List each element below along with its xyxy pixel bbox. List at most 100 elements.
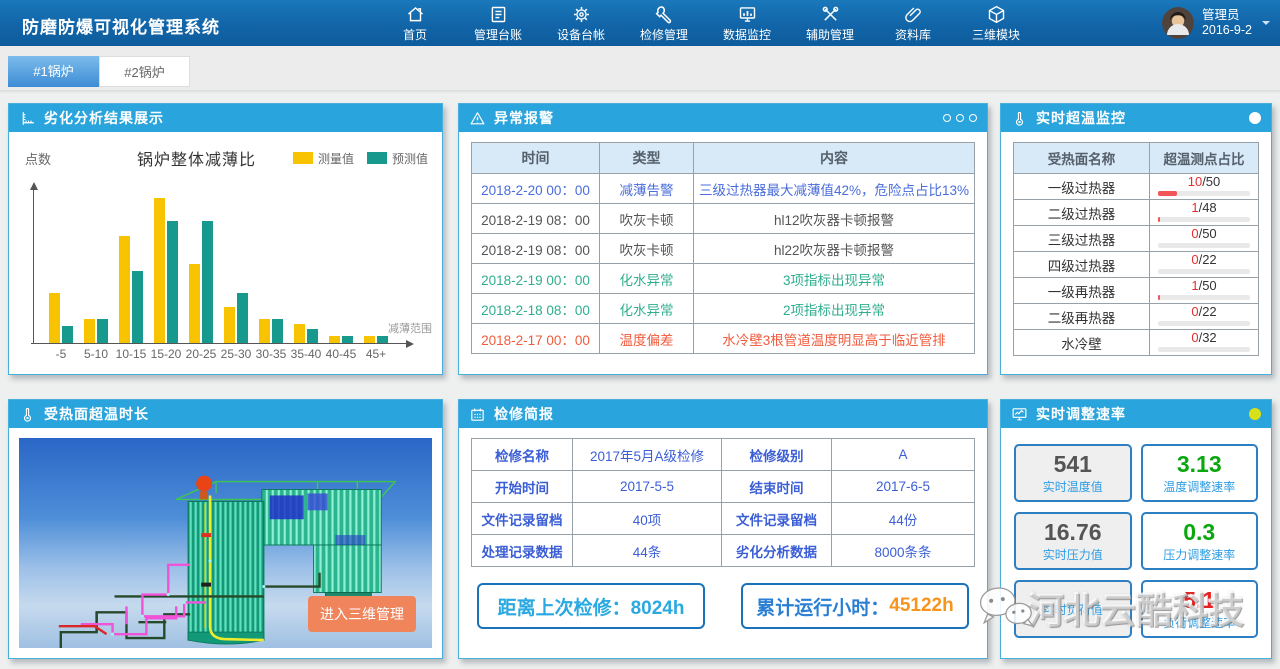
nav-item-gear[interactable]: 设备台帐 xyxy=(552,4,610,43)
rate-tile: 16.76 实时压力值 xyxy=(1014,512,1132,570)
page: 防磨防爆可视化管理系统 首页 管理台账 设备台帐 检修管理 数据监控 辅助管理 … xyxy=(0,0,1280,669)
alarm-time: 2018-2-19 00：00 xyxy=(472,264,600,294)
chart-bar xyxy=(364,336,375,343)
alarm-type: 减薄告警 xyxy=(600,174,694,204)
cube-icon xyxy=(986,4,1007,25)
total-run-hours-button[interactable]: 累计运行小时： 45122h xyxy=(741,583,969,629)
alarm-type: 化水异常 xyxy=(600,294,694,324)
rate-tile: 541 实时温度值 xyxy=(1014,444,1132,502)
rate-value: 0.3 xyxy=(1183,520,1215,545)
chart-bar xyxy=(294,324,305,343)
since-last-maintenance-button[interactable]: 距离上次检修：8024h xyxy=(477,583,705,629)
alarm-content: hl22吹灰器卡顿报警 xyxy=(694,234,975,264)
maintenance-value: 40项 xyxy=(573,503,722,535)
chart-bar xyxy=(49,293,60,343)
maintenance-value: 44份 xyxy=(832,503,975,535)
overtemp-ratio: 1/48 xyxy=(1150,200,1259,226)
maintenance-value: 8000条条 xyxy=(832,535,975,567)
maintenance-label: 文件记录留档 xyxy=(472,503,573,535)
alarm-row: 2018-2-19 08：00 吹灰卡顿 hl12吹灰器卡顿报警 xyxy=(472,204,975,234)
rate-label: 实时压力值 xyxy=(1043,546,1103,563)
overtemp-row: 一级过热器 10/50 xyxy=(1014,174,1259,200)
alarm-content: 3项指标出现异常 xyxy=(694,264,975,294)
alarm-type: 化水异常 xyxy=(600,264,694,294)
total-run-hours-label: 累计运行小时： xyxy=(756,593,889,620)
rate-tile: 实时负荷值 xyxy=(1014,580,1132,638)
chart-bar xyxy=(84,319,95,343)
chart-category-label: -5 xyxy=(56,347,67,361)
nav-item-tools[interactable]: 辅助管理 xyxy=(801,4,859,43)
alarm-row: 2018-2-20 00：00 减薄告警 三级过热器最大减薄值42%，危险点占比… xyxy=(472,174,975,204)
alarm-row: 2018-2-19 08：00 吹灰卡顿 hl22吹灰器卡顿报警 xyxy=(472,234,975,264)
user-name: 管理员 xyxy=(1202,8,1252,23)
overtemp-progress xyxy=(1158,243,1250,248)
overtemp-row: 二级再热器 0/22 xyxy=(1014,304,1259,330)
chart-bar xyxy=(167,221,178,343)
tab-boiler-1[interactable]: #1锅炉 xyxy=(8,56,99,87)
maintenance-value: A xyxy=(832,439,975,471)
alarm-row: 2018-2-19 00：00 化水异常 3项指标出现异常 xyxy=(472,264,975,294)
chart-category-label: 15-20 xyxy=(151,347,182,361)
status-dot-icon xyxy=(1249,408,1261,420)
chart-title: 锅炉整体减薄比 xyxy=(137,146,256,170)
nav-item-repair[interactable]: 检修管理 xyxy=(635,4,693,43)
chart-bar xyxy=(97,319,108,343)
nav-item-monitor[interactable]: 数据监控 xyxy=(718,4,776,43)
avatar xyxy=(1162,7,1194,39)
chart-category-label: 40-45 xyxy=(326,347,357,361)
panel-maintenance-header: 检修简报 xyxy=(459,400,987,428)
alarm-row: 2018-2-18 08：00 化水异常 2项指标出现异常 xyxy=(472,294,975,324)
enter-3d-button[interactable]: 进入三维管理 xyxy=(308,596,416,632)
chart-category-label: 45+ xyxy=(366,347,386,361)
overtemp-progress xyxy=(1158,321,1250,326)
overtemp-ratio: 10/50 xyxy=(1150,174,1259,200)
menu-dot-icon xyxy=(956,114,964,122)
rate-tile: 3.13 温度调整速率 xyxy=(1141,444,1259,502)
panel-boiler3d-header: 受热面超温时长 xyxy=(9,400,442,428)
surface-name: 一级过热器 xyxy=(1014,174,1150,200)
nav-item-label: 资料库 xyxy=(895,26,931,43)
chart-bar xyxy=(342,336,353,343)
user-info: 管理员 2016-9-2 xyxy=(1202,8,1252,38)
alarm-time: 2018-2-17 00：00 xyxy=(472,324,600,354)
alarms-table-head: 时间类型内容 xyxy=(472,143,975,174)
panel-rates: 实时调整速率 541 实时温度值 3.13 温度调整速率 16.76 实时压力值… xyxy=(1000,399,1272,659)
panel-boiler3d: 受热面超温时长 xyxy=(8,399,443,659)
nav-item-paperclip[interactable]: 资料库 xyxy=(884,4,942,43)
panel-degradation-title: 劣化分析结果展示 xyxy=(44,108,164,128)
chart-category-label: 30-35 xyxy=(256,347,287,361)
alarm-time: 2018-2-19 08：00 xyxy=(472,204,600,234)
tab-boiler-2[interactable]: #2锅炉 xyxy=(99,56,190,87)
menu-dot-icon xyxy=(969,114,977,122)
alarm-content: 水冷壁3根管道温度明显高于临近管排 xyxy=(694,324,975,354)
home-icon xyxy=(405,4,426,25)
alarm-type: 吹灰卡顿 xyxy=(600,234,694,264)
overtemp-column-header: 超温测点占比 xyxy=(1150,143,1259,174)
panel-overtemp-header: 实时超温监控 xyxy=(1001,104,1271,132)
overtemp-table: 受热面名称超温测点占比 一级过热器 10/50 二级过热器 1/48 三级过热器… xyxy=(1013,142,1259,356)
rate-tiles: 541 实时温度值 3.13 温度调整速率 16.76 实时压力值 0.3 压力… xyxy=(1001,428,1271,654)
nav-item-cube[interactable]: 三维模块 xyxy=(967,4,1025,43)
nav-item-home[interactable]: 首页 xyxy=(386,4,444,43)
chevron-down-icon[interactable] xyxy=(1262,21,1270,29)
maintenance-value: 2017-5-5 xyxy=(573,471,722,503)
panel-alarms-menu[interactable] xyxy=(943,114,977,122)
maintenance-row: 开始时间2017-5-5结束时间2017-6-5 xyxy=(472,471,975,503)
nav-item-ledger[interactable]: 管理台账 xyxy=(469,4,527,43)
rate-label: 负荷调整速率 xyxy=(1163,614,1235,631)
chart-bar xyxy=(377,336,388,343)
app-title: 防磨防爆可视化管理系统 xyxy=(22,13,220,38)
nav-item-label: 检修管理 xyxy=(640,26,688,43)
overtemp-progress xyxy=(1158,217,1250,222)
chart-bar-group: 30-35 xyxy=(259,319,283,343)
rate-tile: 0.3 压力调整速率 xyxy=(1141,512,1259,570)
chart-bar-group: 25-30 xyxy=(224,293,248,343)
chart-bar-group: 40-45 xyxy=(329,336,353,343)
boiler-3d-view[interactable]: 进入三维管理 xyxy=(19,438,432,648)
overtemp-row: 三级过热器 0/50 xyxy=(1014,226,1259,252)
maintenance-label: 检修名称 xyxy=(472,439,573,471)
user-menu[interactable]: 管理员 2016-9-2 xyxy=(1162,7,1252,39)
y-axis xyxy=(33,186,34,344)
status-dot-icon xyxy=(1249,112,1261,124)
alarm-content: 三级过热器最大减薄值42%，危险点占比13% xyxy=(694,174,975,204)
